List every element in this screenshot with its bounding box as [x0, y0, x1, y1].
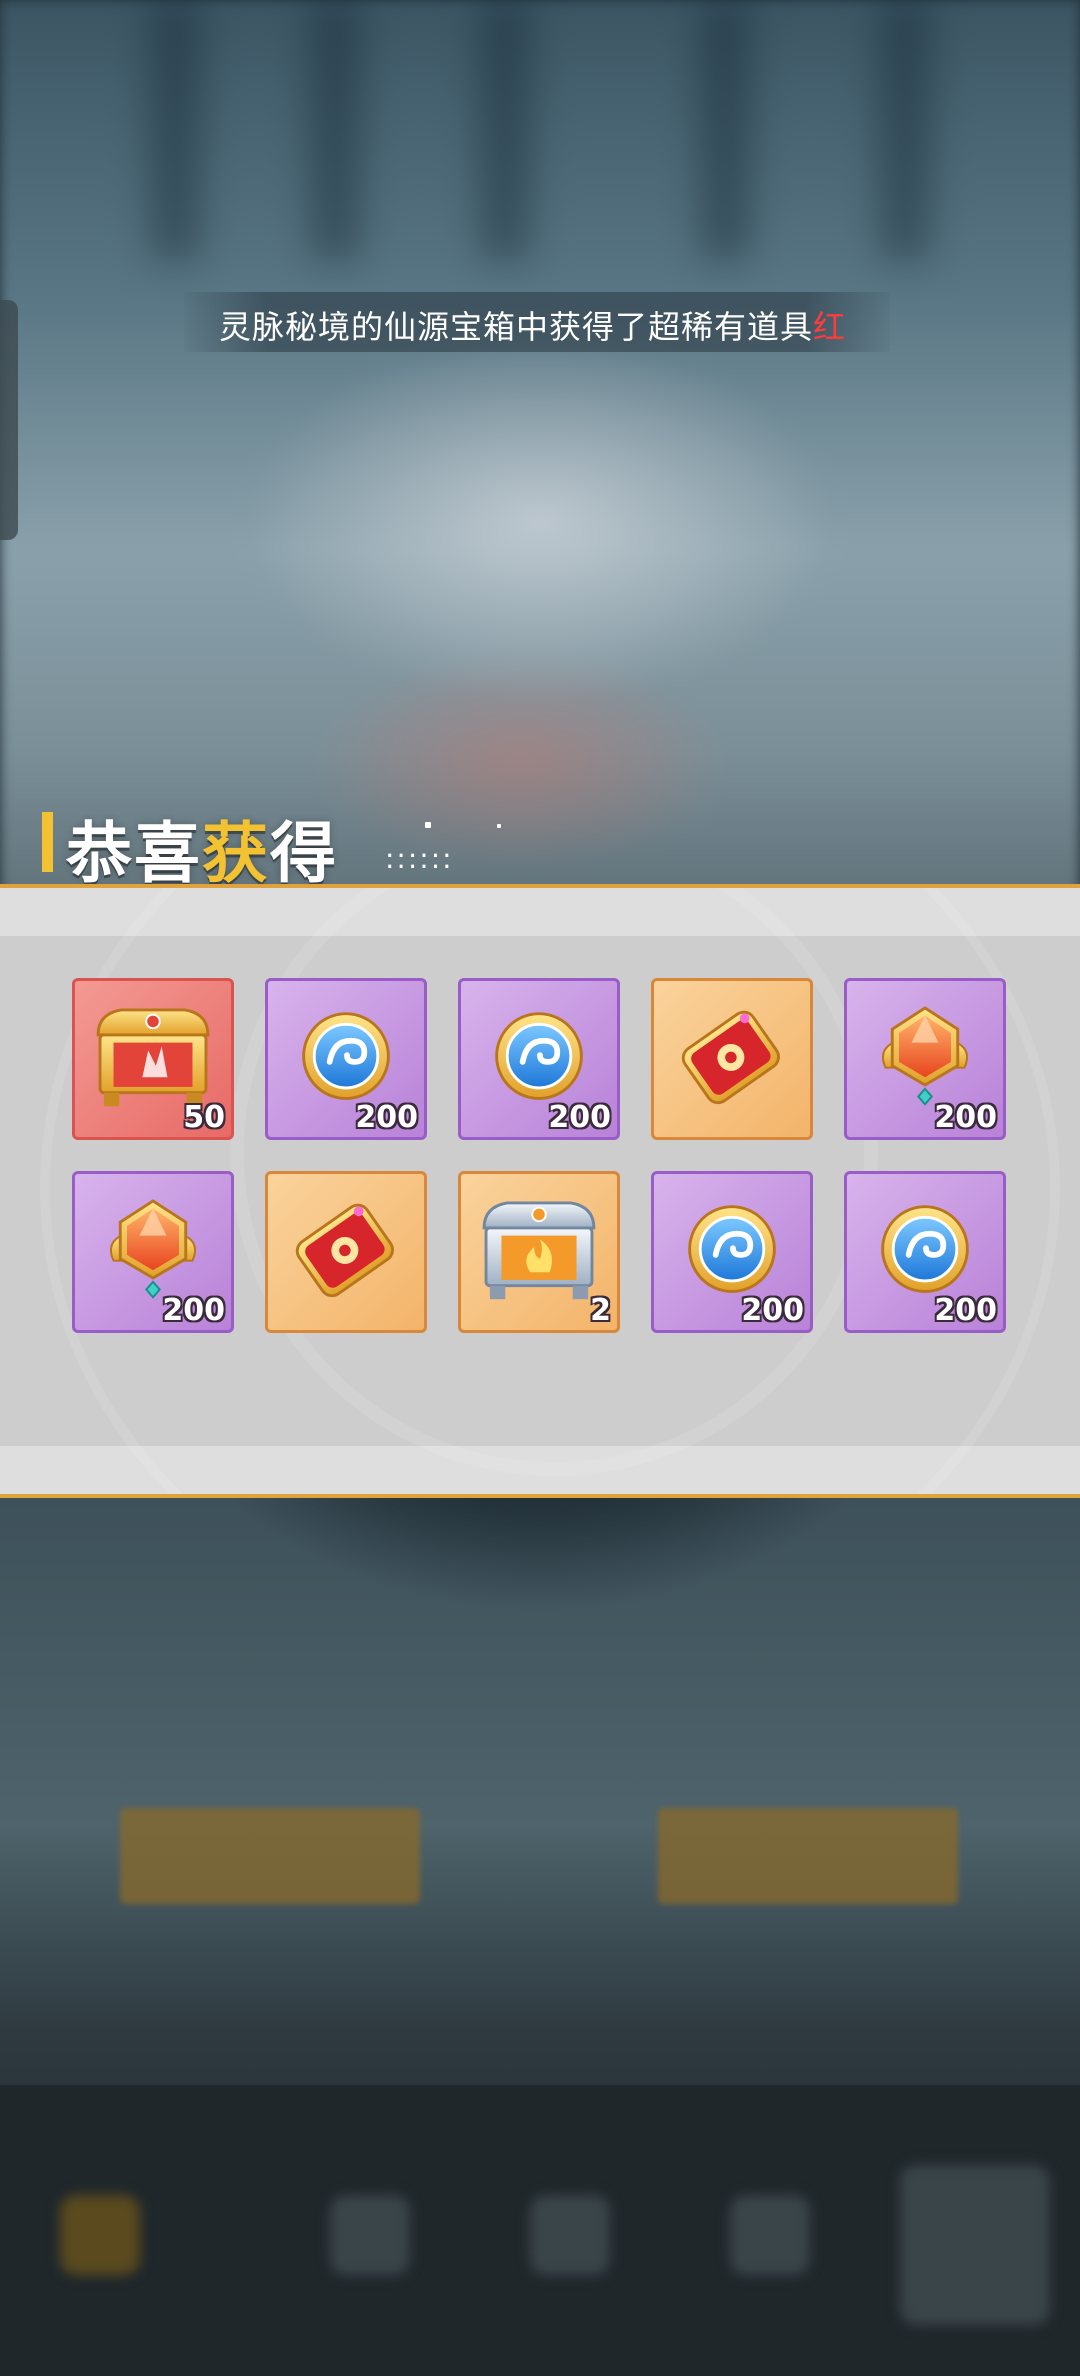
reward-title: 恭喜获得: [66, 800, 338, 896]
red-talisman-ticket-icon: [681, 1010, 780, 1105]
sparkle: [497, 824, 501, 828]
reward-quantity: 200: [934, 1293, 997, 1328]
reward-quantity: 200: [934, 1100, 997, 1135]
reward-item[interactable]: 200: [72, 1171, 234, 1333]
reward-item[interactable]: [265, 1171, 427, 1333]
title-dots: ::::::: [385, 842, 454, 875]
left-side-tab: [0, 300, 18, 540]
background-button-left: [120, 1808, 420, 1904]
announcement-highlight: 红: [813, 308, 847, 346]
system-announcement-bar: 灵脉秘境的仙源宝箱中获得了超稀有道具红: [184, 292, 890, 352]
title-part-2: 获: [202, 815, 270, 892]
reward-item[interactable]: 200: [651, 1171, 813, 1333]
red-talisman-ticket-icon: [295, 1203, 394, 1298]
reward-item[interactable]: 50: [72, 978, 234, 1140]
background-button-right: [658, 1808, 958, 1904]
reward-item[interactable]: 200: [844, 978, 1006, 1140]
reward-item[interactable]: 200: [458, 978, 620, 1140]
reward-quantity: 200: [741, 1293, 804, 1328]
background-bottom-toolbar: [0, 2085, 1080, 2376]
reward-item[interactable]: 200: [844, 1171, 1006, 1333]
sparkle: [425, 822, 431, 828]
title-accent-bar: [42, 812, 53, 872]
announcement-text: 灵脉秘境的仙源宝箱中获得了超稀有道具: [219, 308, 814, 346]
reward-quantity: 200: [548, 1100, 611, 1135]
reward-quantity: 50: [183, 1100, 225, 1135]
title-part-1: 恭喜: [66, 815, 202, 892]
reward-quantity: 200: [355, 1100, 418, 1135]
reward-item[interactable]: 2: [458, 1171, 620, 1333]
reward-quantity: 200: [162, 1293, 225, 1328]
reward-quantity: 2: [590, 1293, 611, 1328]
reward-item[interactable]: [651, 978, 813, 1140]
reward-panel: 50 200 200 200 200 2 200 200: [0, 884, 1080, 1498]
reward-item[interactable]: 200: [265, 978, 427, 1140]
title-part-3: 得: [270, 815, 338, 892]
